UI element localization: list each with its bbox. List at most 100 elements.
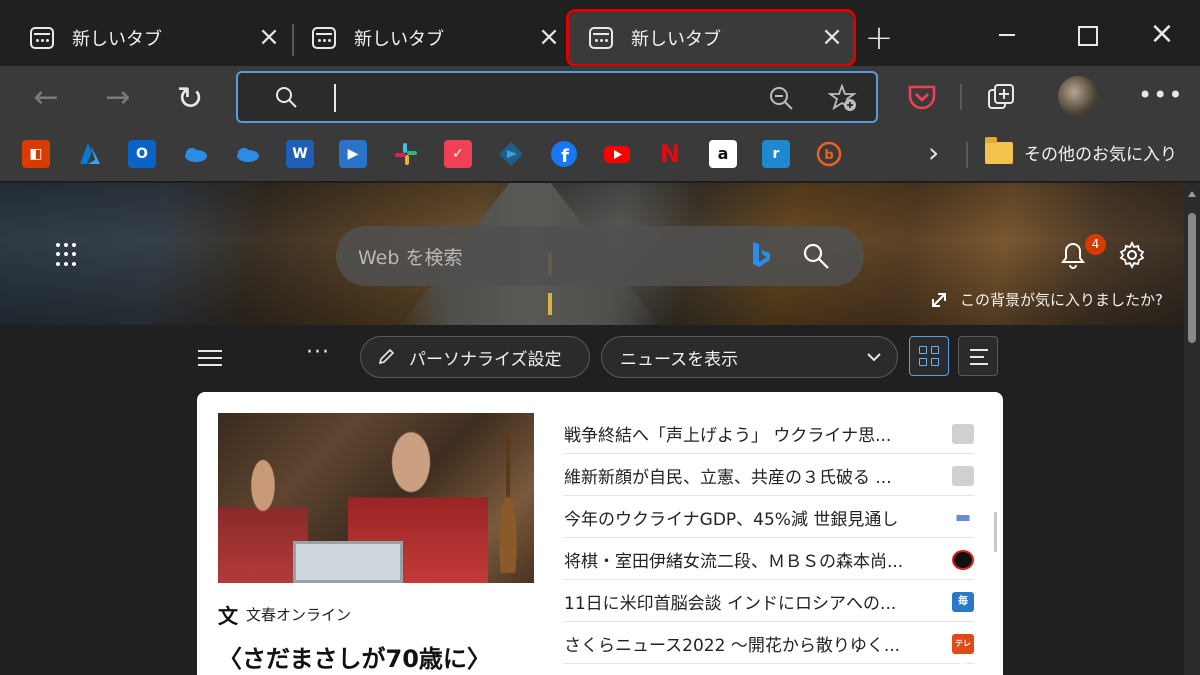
publisher-logo-icon [952, 550, 974, 570]
web-search-box[interactable]: Web を検索 [336, 226, 864, 286]
headline-item[interactable]: 戦争終結へ「声上げよう」 ウクライナ思... [564, 412, 974, 454]
headline-text: 将棋・室田伊緒女流二段、ＭＢＳの森本尚... [564, 552, 904, 572]
outlook-icon[interactable]: O [128, 140, 156, 168]
office-icon[interactable]: ◧ [22, 140, 50, 168]
collections-icon[interactable] [985, 80, 1019, 114]
card-scrollbar[interactable] [994, 512, 997, 552]
onedrive-icon[interactable] [233, 140, 261, 168]
zoom-out-icon[interactable] [768, 85, 794, 111]
word-icon[interactable]: W [286, 140, 314, 168]
maximize-button[interactable] [1066, 18, 1106, 50]
remote-desktop-icon[interactable] [497, 140, 525, 168]
favorites-overflow-chevron[interactable]: › [928, 138, 939, 168]
notification-bell-icon[interactable] [1060, 241, 1086, 269]
svg-text:b: b [824, 148, 833, 163]
netflix-icon[interactable]: N [656, 140, 684, 168]
mainichi-logo-icon: 毎 [952, 592, 974, 612]
tab-bar: 新しいタブ × 新しいタブ × 新しいタブ × + × [0, 0, 1200, 67]
address-input-caret[interactable] [334, 84, 336, 112]
news-photo-laptop [293, 541, 403, 583]
publisher-logo-icon [952, 466, 974, 486]
new-tab-button[interactable]: + [864, 21, 894, 55]
headline-item[interactable]: 今年のウクライナGDP、45%減 世銀見通し [564, 496, 974, 538]
active-tab-highlight [566, 9, 856, 67]
notification-badge: 4 [1085, 234, 1106, 255]
stream-icon[interactable]: ▶ [339, 140, 367, 168]
personalize-label: パーソナライズ設定 [409, 349, 562, 370]
scroll-thumb[interactable] [1188, 213, 1196, 343]
onedrive-icon[interactable] [181, 140, 209, 168]
headline-item[interactable]: 維新新顔が自民、立憲、共産の３氏破る ... [564, 454, 974, 496]
background-feedback[interactable]: この背景が気に入りましたか? [930, 289, 1163, 310]
page-scrollbar[interactable] [1184, 183, 1200, 675]
close-window-button[interactable]: × [1142, 18, 1182, 50]
headline-list: 戦争終結へ「声上げよう」 ウクライナ思... 維新新顔が自民、立憲、共産の３氏破… [564, 412, 974, 668]
news-headline[interactable]: 〈さだまさしが70歳に〉 [218, 642, 528, 675]
news-source-name: 文春オンライン [246, 606, 352, 624]
tv-asahi-logo-icon: テレ朝 [952, 634, 974, 668]
back-button[interactable]: ← [26, 78, 66, 118]
slack-icon[interactable] [392, 140, 420, 168]
tab-1[interactable]: 新しいタブ × [0, 12, 290, 64]
pencil-icon [378, 348, 395, 365]
reload-button[interactable]: ↻ [170, 78, 210, 118]
youtube-icon[interactable] [603, 140, 631, 168]
svg-text:f: f [561, 146, 569, 167]
news-image[interactable] [218, 413, 534, 583]
personalize-button[interactable]: パーソナライズ設定 [360, 336, 590, 378]
close-tab-icon[interactable]: × [538, 24, 560, 50]
headline-item[interactable]: 将棋・室田伊緒女流二段、ＭＢＳの森本尚... [564, 538, 974, 580]
tab-title: 新しいタブ [72, 29, 162, 50]
bunshun-logo-icon: 文 [218, 604, 238, 628]
new-tab-page: Web を検索 4 この背景が気に入りましたか? ··· パーソナライズ設定 ニ… [0, 183, 1200, 675]
bitly-icon[interactable]: b [815, 140, 843, 168]
tab-2[interactable]: 新しいタブ × [282, 12, 570, 64]
new-tab-page-icon [30, 27, 54, 49]
feed-toolbar: ··· パーソナライズ設定 ニュースを表示 [0, 336, 1184, 380]
tab-title: 新しいタブ [354, 29, 444, 50]
toolbar-divider [960, 84, 962, 110]
headline-text: 今年のウクライナGDP、45%減 世銀見通し [564, 510, 899, 530]
news-source[interactable]: 文 文春オンライン [218, 600, 351, 629]
menu-icon[interactable] [198, 350, 222, 366]
news-photo-guitar [488, 433, 528, 573]
pocket-fav-icon[interactable]: ✓ [444, 140, 472, 168]
new-tab-page-icon [312, 27, 336, 49]
close-tab-icon[interactable]: × [258, 24, 280, 50]
list-view-button[interactable] [958, 336, 998, 376]
profile-avatar[interactable] [1058, 76, 1098, 116]
grid-view-button[interactable] [909, 336, 949, 376]
scroll-up-arrow[interactable] [1188, 191, 1196, 197]
news-display-select[interactable]: ニュースを表示 [601, 336, 898, 378]
minimize-button[interactable] [985, 18, 1025, 50]
other-favorites[interactable]: その他のお気に入り [1024, 140, 1177, 165]
web-search-placeholder[interactable]: Web を検索 [358, 243, 462, 270]
search-icon [276, 87, 297, 108]
facebook-icon[interactable]: f [550, 140, 578, 168]
browser-toolbar: ← → ↻ ••• [0, 66, 1200, 128]
address-bar[interactable] [236, 71, 878, 123]
pocket-icon[interactable] [905, 80, 939, 114]
publisher-logo-icon [952, 515, 974, 521]
road-marking [548, 293, 552, 315]
headline-item[interactable]: さくらニュース2022 ～開花から散りゆく... テレ朝 [564, 622, 974, 668]
news-card: 文 文春オンライン 〈さだまさしが70歳に〉 戦争終結へ「声上げよう」 ウクライ… [197, 392, 1003, 675]
settings-gear-icon[interactable] [1118, 241, 1146, 269]
search-icon[interactable] [802, 242, 830, 270]
amazon-icon[interactable]: a [709, 140, 737, 168]
headline-text: 維新新顔が自民、立憲、共産の３氏破る ... [564, 468, 892, 488]
favorites-divider [966, 142, 968, 168]
news-select-value: ニュースを表示 [620, 349, 739, 370]
headline-text: 11日に米印首脳会談 インドにロシアへの... [564, 594, 897, 614]
azure-icon[interactable] [76, 140, 104, 168]
forward-button[interactable]: → [98, 78, 138, 118]
more-options-icon[interactable]: ••• [1138, 80, 1182, 114]
app-launcher-icon[interactable] [56, 243, 80, 267]
background-feedback-text: この背景が気に入りましたか? [960, 291, 1163, 309]
bing-icon[interactable] [750, 240, 772, 272]
headline-item[interactable]: 11日に米印首脳会談 インドにロシアへの... 毎 [564, 580, 974, 622]
add-favorite-icon[interactable] [828, 83, 858, 113]
headline-text: さくらニュース2022 ～開花から散りゆく... [564, 636, 901, 656]
radiko-icon[interactable]: r [762, 140, 790, 168]
more-options-icon[interactable]: ··· [306, 340, 330, 365]
